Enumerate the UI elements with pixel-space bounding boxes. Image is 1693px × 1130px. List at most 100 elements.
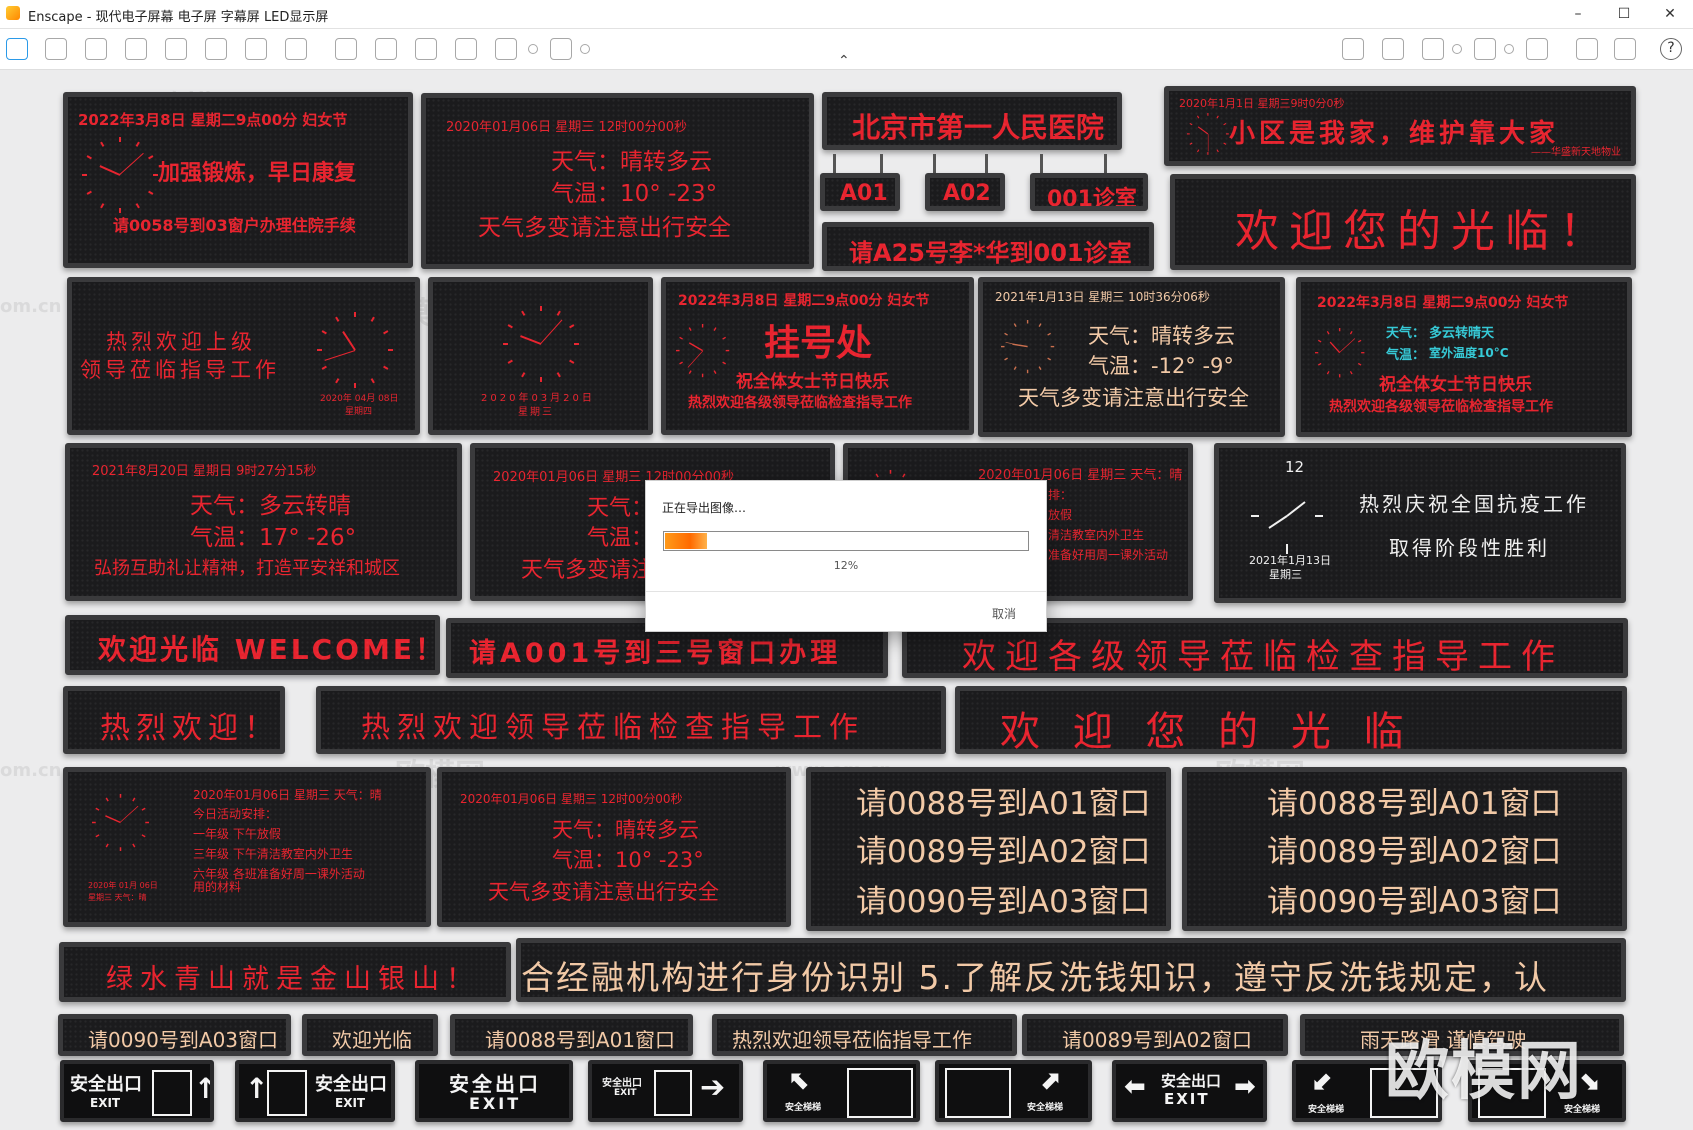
temperature-label: 气温：: [1386, 348, 1426, 363]
exit-cn: 安全出口: [315, 1074, 387, 1095]
screen-text: 欢迎光临 WELCOME！: [98, 633, 440, 666]
queue-line1: 请0088号到A01窗口: [1267, 786, 1562, 822]
arrow-right-icon: ➔: [700, 1070, 726, 1105]
clock-tick: [1038, 366, 1042, 370]
clock-tick: [540, 306, 542, 311]
led-screen-s20: 热烈欢迎！: [63, 686, 285, 754]
document-icon[interactable]: [45, 38, 67, 60]
led-screen-s4: 2020年1月1日 星期三9时0分0秒 小区是我家，维护靠大家 ——华盛新天地物…: [1164, 86, 1636, 166]
clock-tick: [521, 372, 526, 378]
screen-line3: 弘扬互助礼让精神，打造平安祥和城区: [94, 558, 400, 579]
view-icon[interactable]: [125, 38, 147, 60]
led-screen-s10: 2022年3月8日 星期二9点00分 妇女节 挂号处 祝全体女士节日快乐 热烈欢…: [661, 277, 974, 435]
clock-tick: [1361, 352, 1365, 354]
sphere-icon[interactable]: [1526, 38, 1548, 60]
eye-icon[interactable]: [1576, 38, 1598, 60]
close-button[interactable]: ✕: [1647, 0, 1693, 28]
clock-tick: [135, 141, 140, 147]
screen-line2: 取得阶段性胜利: [1389, 536, 1550, 560]
clock-tick: [135, 203, 140, 209]
screen-line1: 祝全体女士节日快乐: [1379, 375, 1532, 395]
weather-label: 天气：: [1386, 326, 1426, 341]
clock-tick: [95, 834, 100, 838]
led-screen-s1: 2022年3月8日 星期二9点00分 妇女节 加强锻炼，早日康复 请0058号到…: [63, 92, 413, 268]
clock-tick: [354, 312, 356, 317]
led-screen-s13: 2021年8月20日 星期日 9时27分15秒 天气：多云转晴 气温：17° -…: [65, 443, 462, 601]
chevron-down-icon[interactable]: [580, 44, 590, 54]
screen-add-icon[interactable]: [245, 38, 267, 60]
map-icon[interactable]: [1342, 38, 1364, 60]
car-icon[interactable]: [495, 38, 517, 60]
box-icon[interactable]: [1422, 38, 1444, 60]
clock-tick: [383, 330, 389, 335]
panorama-icon[interactable]: [285, 38, 307, 60]
wand-icon[interactable]: [375, 38, 397, 60]
home-icon[interactable]: [6, 38, 28, 60]
chevron-down-icon[interactable]: [528, 44, 538, 54]
crop-icon[interactable]: [335, 38, 357, 60]
export-icon[interactable]: [550, 38, 572, 60]
screen-line1: 加强锻炼，早日康复: [158, 161, 357, 186]
hanger-rod: [985, 154, 988, 174]
clock-tick: [1189, 122, 1193, 126]
screen-line1: 天气：晴转多云: [1088, 324, 1235, 348]
exit-cn: 安全出口: [70, 1074, 142, 1095]
clock-tick: [119, 794, 122, 798]
clock-minute-hand: [540, 319, 563, 344]
clock-face: [503, 306, 579, 382]
clock-tick: [335, 378, 340, 384]
screen-line2: 气温：: [587, 526, 654, 551]
arrow-right-icon: ➡: [1234, 1072, 1256, 1102]
led-screen-s16: 12 2021年1月13日 星期三 热烈庆祝全国抗疫工作 取得阶段性胜利: [1214, 443, 1626, 603]
screen-text: 请0088号到A01窗口: [485, 1028, 676, 1052]
queue-line2: 请0089号到A02窗口: [1267, 834, 1562, 870]
arrow-left-icon: ⬅: [1124, 1072, 1146, 1102]
dialog-divider: [646, 591, 1046, 592]
clock-tick: [148, 155, 154, 160]
led-screen-s24: 2020年01月06日 星期三 12时00分00秒 天气：晴转多云 气温：10°…: [437, 767, 791, 927]
chevron-down-icon[interactable]: [1504, 44, 1514, 54]
clock-face: [1187, 113, 1229, 155]
clock-tick: [1013, 323, 1017, 327]
leaf-icon[interactable]: [1474, 38, 1496, 60]
running-man-icon: [267, 1070, 307, 1116]
clock-tick: [1196, 115, 1200, 119]
led-screen-s6: 请A25号李*华到001诊室: [822, 222, 1154, 271]
screen-title: 挂号处: [764, 323, 873, 364]
picture-icon[interactable]: [1382, 38, 1404, 60]
clock-face: [92, 794, 149, 851]
exit-en: EXIT: [335, 1096, 366, 1110]
chevron-down-icon[interactable]: [1452, 44, 1462, 54]
clock-tick: [383, 365, 389, 370]
file-icon[interactable]: [455, 38, 477, 60]
help-icon[interactable]: ?: [1660, 38, 1682, 60]
screen-line3: 三年级 下午清洁教室内外卫生: [193, 847, 353, 861]
screen-text: 欢 迎 您 的 光 临: [1000, 709, 1414, 754]
hanger-rod: [833, 154, 836, 174]
led-screen-s22: 欢 迎 您 的 光 临: [955, 686, 1627, 754]
exit-en: EXIT: [469, 1094, 522, 1113]
screen-line2: 请0058号到03窗户办理住院手续: [113, 216, 356, 235]
screen-date: 2020年1月1日 星期三9时0分0秒: [1179, 97, 1345, 110]
screen-line1: 排：: [1048, 488, 1073, 502]
exit-sign-e1: 安全出口 EXIT ↑: [60, 1060, 214, 1122]
clock-tick: [132, 797, 136, 802]
clock-tick: [1013, 366, 1017, 370]
list-icon[interactable]: [85, 38, 107, 60]
screen-week: 星期四: [345, 407, 373, 417]
capsule-icon[interactable]: [165, 38, 187, 60]
screen-line2: 气温：-12° -9°: [1088, 354, 1234, 378]
collapse-toolbar-button[interactable]: ⌃: [838, 53, 850, 69]
cancel-button[interactable]: 取消: [992, 605, 1016, 622]
screen-text: 请A001号到三号窗口办理: [469, 638, 842, 669]
image-icon[interactable]: [415, 38, 437, 60]
minimize-button[interactable]: –: [1555, 0, 1601, 28]
book-icon[interactable]: [205, 38, 227, 60]
screen-line3: 清洁教室内外卫生: [1048, 528, 1145, 542]
gear-icon[interactable]: [1614, 38, 1636, 60]
exit-cn: 安全出口: [449, 1072, 541, 1096]
screen-text: 请A25号李*华到001诊室: [849, 239, 1132, 267]
clock-tick: [388, 349, 393, 351]
led-screen-s17: 欢迎光临 WELCOME！: [65, 615, 440, 675]
maximize-button[interactable]: ☐: [1601, 0, 1647, 28]
